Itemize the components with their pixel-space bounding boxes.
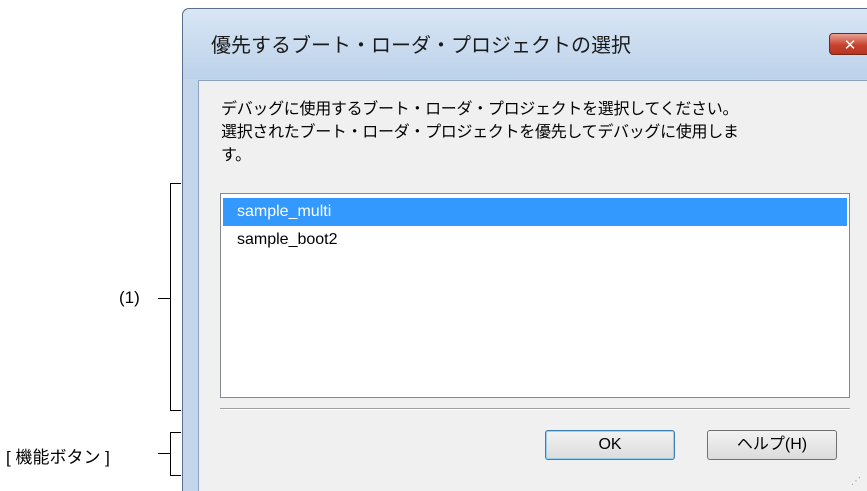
dialog-description: デバッグに使用するブート・ローダ・プロジェクトを選択してください。 選択されたブ… [221,99,739,164]
list-item[interactable]: sample_boot2 [223,226,847,254]
dialog-title: 優先するブート・ローダ・プロジェクトの選択 [211,33,631,57]
dialog-window: 優先するブート・ローダ・プロジェクトの選択 ✕ デバッグに使用するブート・ローダ… [182,8,867,491]
resize-grip-icon[interactable]: ⋰ [851,476,861,487]
buttons-annotation-label: [ 機能ボタン ] [6,448,110,467]
project-listbox[interactable]: sample_multi sample_boot2 [220,193,850,398]
close-button[interactable]: ✕ [829,33,867,55]
help-button[interactable]: ヘルプ(H) [707,430,837,460]
list-annotation-label: (1) [119,288,140,307]
buttons-annotation-tick [158,453,170,454]
list-annotation-tick [158,298,170,299]
close-icon: ✕ [843,36,857,54]
list-annotation-bracket [170,183,181,411]
divider [220,408,850,410]
ok-button[interactable]: OK [545,430,675,460]
dialog-titlebar[interactable]: 優先するブート・ローダ・プロジェクトの選択 ✕ [183,9,867,79]
buttons-annotation-bracket [170,432,181,476]
dialog-client-area: デバッグに使用するブート・ローダ・プロジェクトを選択してください。 選択されたブ… [198,80,867,491]
list-item[interactable]: sample_multi [223,198,847,226]
